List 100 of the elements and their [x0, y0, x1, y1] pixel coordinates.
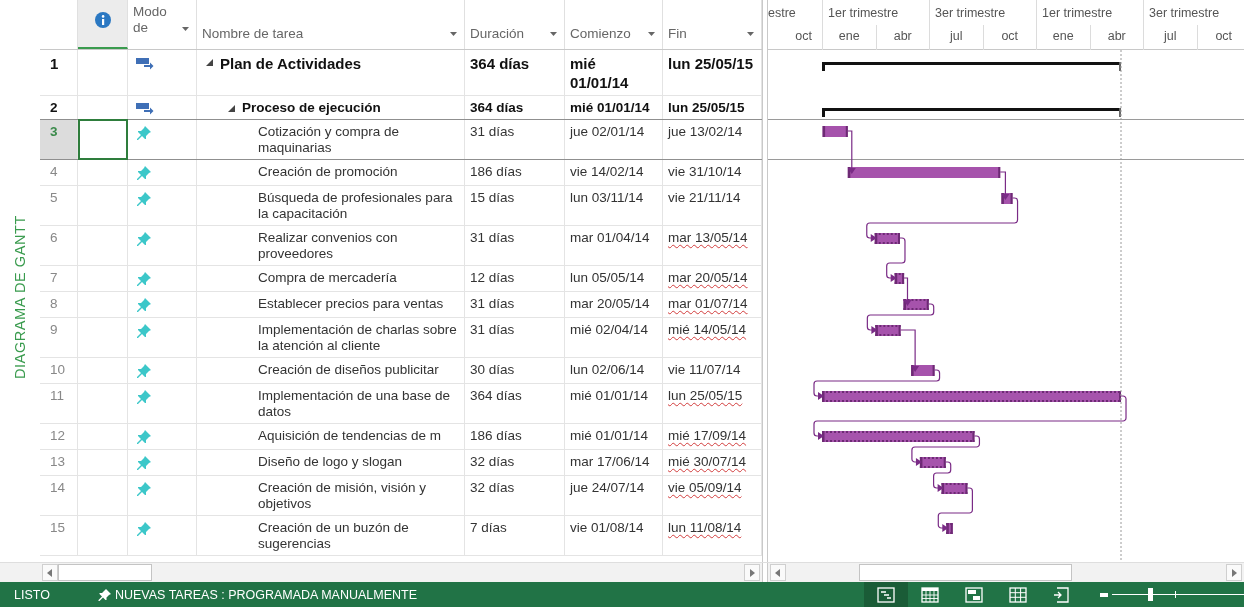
column-header[interactable]: Modo de [128, 0, 197, 49]
row-number[interactable]: 2 [40, 96, 78, 119]
row-number[interactable]: 13 [40, 450, 78, 475]
table-cell: 31 días [465, 318, 565, 357]
pin-icon [136, 231, 152, 247]
table-cell: jue 13/02/14 [663, 120, 762, 159]
task-name: Implementación de charlas sobre la atención al cliente [258, 322, 458, 354]
task-name: Proceso de ejecución [242, 100, 381, 116]
right-arrow-icon [749, 568, 755, 577]
auto-schedule-icon [136, 56, 154, 70]
timescale-label: 3er trimestre [929, 0, 1036, 25]
table-cell: 186 días [465, 160, 565, 185]
table-cell: vie 11/07/14 [663, 358, 762, 383]
timescale-label: oct [1196, 25, 1244, 50]
table-cell: 364 días [465, 96, 565, 119]
column-header[interactable]: Nombre de tarea [197, 0, 465, 49]
table-cell: jue 02/01/14 [565, 120, 663, 159]
task-name: Establecer precios para ventas [258, 296, 444, 312]
table-cell: mié 01/01/14 [565, 384, 663, 423]
table-cell: mié 01/01/14 [565, 50, 663, 95]
row-number[interactable]: 10 [40, 358, 78, 383]
row-number[interactable]: 12 [40, 424, 78, 449]
scroll-right-button[interactable] [1226, 564, 1242, 581]
table-cell: mié 02/04/14 [565, 318, 663, 357]
timescale-label: 1er trimestre [822, 0, 929, 25]
view-button[interactable] [864, 582, 908, 607]
timescale-label: abr [875, 25, 929, 50]
left-arrow-icon [775, 568, 781, 577]
collapse-triangle-icon[interactable] [205, 58, 214, 67]
dependency-arrow [847, 130, 856, 174]
timescale-label: ene [822, 25, 876, 50]
row-number[interactable]: 15 [40, 516, 78, 555]
timescale-label: jul [1143, 25, 1197, 50]
row-number[interactable]: 14 [40, 476, 78, 515]
table-cell: 15 días [465, 186, 565, 225]
table-cell: lun 11/08/14 [663, 516, 762, 555]
column-header[interactable] [78, 0, 128, 49]
timescale-label: 3er trimestre [1143, 0, 1244, 25]
row-number[interactable]: 6 [40, 226, 78, 265]
active-cell[interactable] [78, 119, 128, 160]
pin-icon [97, 587, 112, 602]
scroll-right-button[interactable] [744, 564, 760, 581]
view-label: DIAGRAMA DE GANTT [12, 215, 28, 380]
table-cell: lun 02/06/14 [565, 358, 663, 383]
task-name: Aquisición de tendencias de m [258, 428, 442, 444]
table-cell: vie 31/10/14 [663, 160, 762, 185]
table-cell: mié 01/01/14 [565, 96, 663, 119]
timescale-label: ene [1036, 25, 1090, 50]
scrollbar-thumb[interactable] [58, 564, 152, 581]
table-cell: mar 17/06/14 [565, 450, 663, 475]
split-view-icon [965, 586, 983, 603]
pin-icon [136, 271, 152, 287]
task-bar[interactable] [940, 483, 969, 494]
task-bar[interactable] [918, 457, 947, 468]
table-cell: jue 24/07/14 [565, 476, 663, 515]
task-bar[interactable] [902, 299, 930, 310]
table-cell: mié 14/05/14 [663, 318, 762, 357]
timescale-label: oct [794, 28, 813, 45]
scrollbar-thumb[interactable] [859, 564, 1072, 581]
task-name: Implementación de una base de datos [258, 388, 452, 420]
task-name: Creación de un buzón de sugerencias [258, 520, 410, 552]
row-number[interactable]: 5 [40, 186, 78, 225]
task-name: Búsqueda de profesionales para la capacitación [258, 190, 454, 222]
zoom-out-icon[interactable] [1100, 592, 1108, 597]
row-number[interactable]: 11 [40, 384, 78, 423]
row-number[interactable]: 8 [40, 292, 78, 317]
pin-icon [136, 363, 152, 379]
column-header[interactable]: Fin [663, 0, 762, 49]
row-number[interactable]: 1 [40, 50, 78, 95]
task-bar[interactable] [873, 233, 901, 244]
task-name: Creación de promoción [258, 164, 398, 180]
scroll-left-button[interactable] [42, 564, 58, 581]
table-cell: 31 días [465, 120, 565, 159]
task-bar[interactable] [874, 325, 902, 336]
table-cell: vie 21/11/14 [663, 186, 762, 225]
timescale-label: abr [1089, 25, 1143, 50]
summary-bar[interactable] [822, 108, 1121, 117]
task-name: Diseño de logo y slogan [258, 454, 403, 470]
left-arrow-icon [47, 568, 53, 577]
status-text: NUEVAS TAREAS : PROGRAMADA MANUALMENTE [114, 587, 418, 602]
scroll-left-button[interactable] [770, 564, 786, 581]
table-cell: 186 días [465, 424, 565, 449]
row-number[interactable]: 9 [40, 318, 78, 357]
row-number[interactable]: 7 [40, 266, 78, 291]
timescale-label: 1er trimestre [1036, 0, 1143, 25]
table-cell: mar 01/04/14 [565, 226, 663, 265]
collapse-triangle-icon[interactable] [227, 104, 236, 113]
table-icon [1009, 586, 1027, 603]
row-number[interactable]: 3 [40, 120, 78, 159]
calendar-grid-icon [921, 586, 939, 603]
summary-bar[interactable] [822, 62, 1121, 71]
column-header[interactable]: Comienzo [565, 0, 663, 49]
pin-icon [136, 455, 152, 471]
table-cell: 12 días [465, 266, 565, 291]
table-cell: 7 días [465, 516, 565, 555]
column-header[interactable]: Duración [465, 0, 565, 49]
table-cell: lun 03/11/14 [565, 186, 663, 225]
table-cell: mar 13/05/14 [663, 226, 762, 265]
table-cell: 30 días [465, 358, 565, 383]
row-number[interactable]: 4 [40, 160, 78, 185]
